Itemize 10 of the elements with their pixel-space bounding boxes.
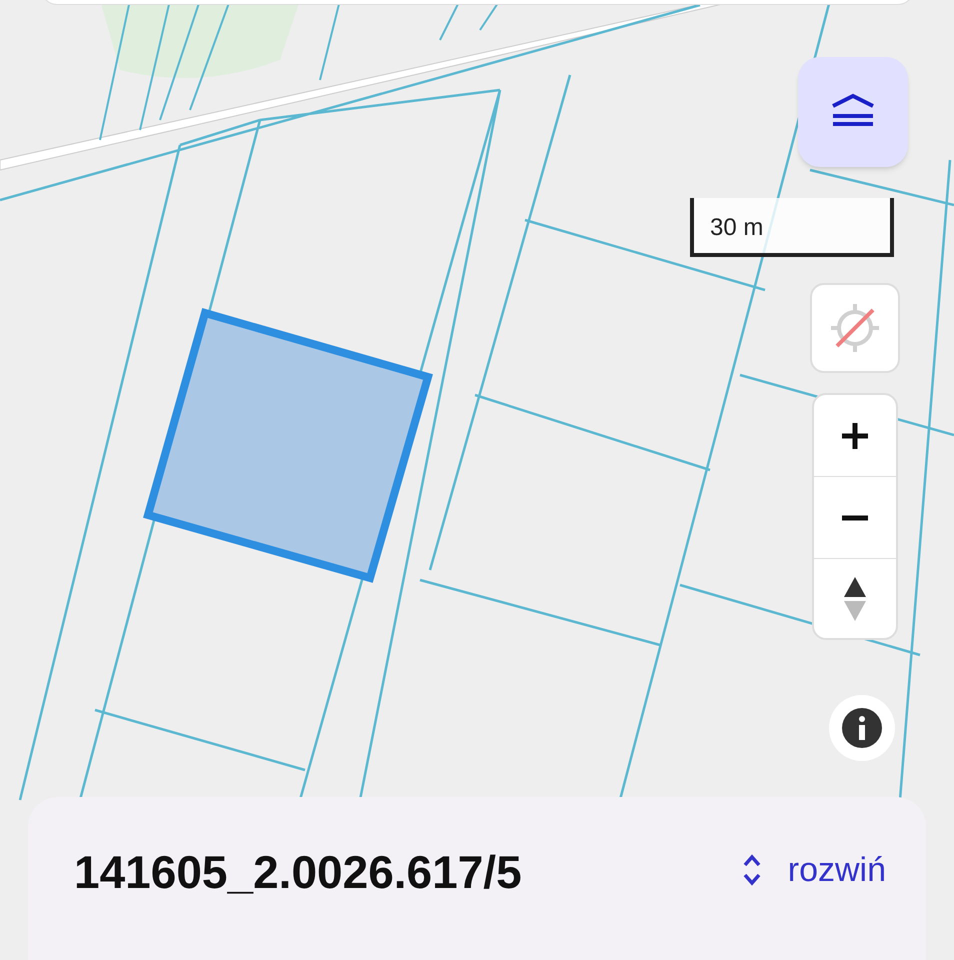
north-arrow-icon <box>843 574 867 622</box>
expand-button[interactable]: rozwiń <box>742 853 886 887</box>
plus-icon <box>840 420 870 450</box>
unfold-icon <box>742 853 762 887</box>
parcel-id: 141605_2.0026.617/5 <box>74 849 522 895</box>
layers-button[interactable] <box>798 57 908 167</box>
scale-bar: 30 m <box>690 198 894 257</box>
location-off-icon <box>829 302 881 354</box>
minus-icon <box>840 514 870 520</box>
info-icon <box>841 707 883 749</box>
